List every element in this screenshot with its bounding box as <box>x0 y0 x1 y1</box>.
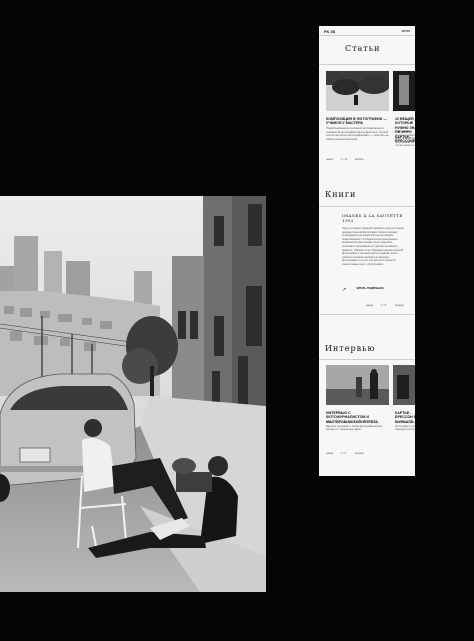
articles-pager-page: 1 / 12 <box>341 158 348 161</box>
street-photo <box>0 196 266 592</box>
site-logo[interactable]: FK 3S <box>324 29 335 34</box>
article-1-excerpt: Подробный анализ особенностей композиции… <box>326 127 389 141</box>
header-divider <box>319 35 415 36</box>
articles-divider <box>319 64 415 65</box>
books-pager-page: 1 / 8 <box>381 304 387 307</box>
interviews-divider <box>319 359 415 360</box>
book-description: Одна из первых изданий подобного рода в … <box>342 227 404 266</box>
arrow-up-right-icon[interactable]: ↗ <box>342 287 346 293</box>
interview-2-excerpt: Интервью о работе фотографа и его подход… <box>395 421 415 432</box>
article-2-image[interactable] <box>393 71 415 111</box>
article-1-title[interactable]: КОМПОЗИЦИЯ В ФОТОГРАФИИ — УЧИМСЯ У МАСТЕ… <box>326 117 389 126</box>
interviews-pager-prev[interactable]: назад <box>326 452 333 456</box>
interview-2-image[interactable] <box>393 365 415 405</box>
article-1-image[interactable] <box>326 71 389 111</box>
interviews-title: Интервью <box>325 344 376 353</box>
interviews-pager-page: 1 / 6 <box>341 452 347 455</box>
interviews-pager-next[interactable]: вперёд <box>355 452 364 456</box>
books-pager-prev[interactable]: назад <box>366 304 373 308</box>
articles-title: Статьи <box>345 44 381 53</box>
books-divider <box>319 206 415 207</box>
book-read-more[interactable]: ЧИТАТЬ ПОДРОБНЕЕ <box>356 287 386 291</box>
article-2-excerpt: Основатель фотоагентства Magnum, один из… <box>395 130 415 148</box>
page: { "site": { "logo": "FK 3S", "menu": "ме… <box>0 0 474 641</box>
books-title: Книги <box>325 190 357 199</box>
books-bottom-divider <box>319 314 415 315</box>
articles-pager-next[interactable]: вперёд <box>355 158 364 162</box>
interview-1-excerpt: В 1971 году в «Париж Сьюар» Анри Картье-… <box>326 421 382 432</box>
books-pager-next[interactable]: вперёд <box>395 304 404 308</box>
menu-link[interactable]: меню <box>402 29 410 33</box>
website-mockup: FK 3S меню Статьи КОМПОЗИЦИЯ В ФОТОГРАФИ… <box>319 26 415 476</box>
book-title[interactable]: IMAGES À LA SAUVETTE 1952 <box>342 213 412 223</box>
articles-pager-prev[interactable]: назад <box>326 158 333 162</box>
interview-1-image[interactable] <box>326 365 389 405</box>
